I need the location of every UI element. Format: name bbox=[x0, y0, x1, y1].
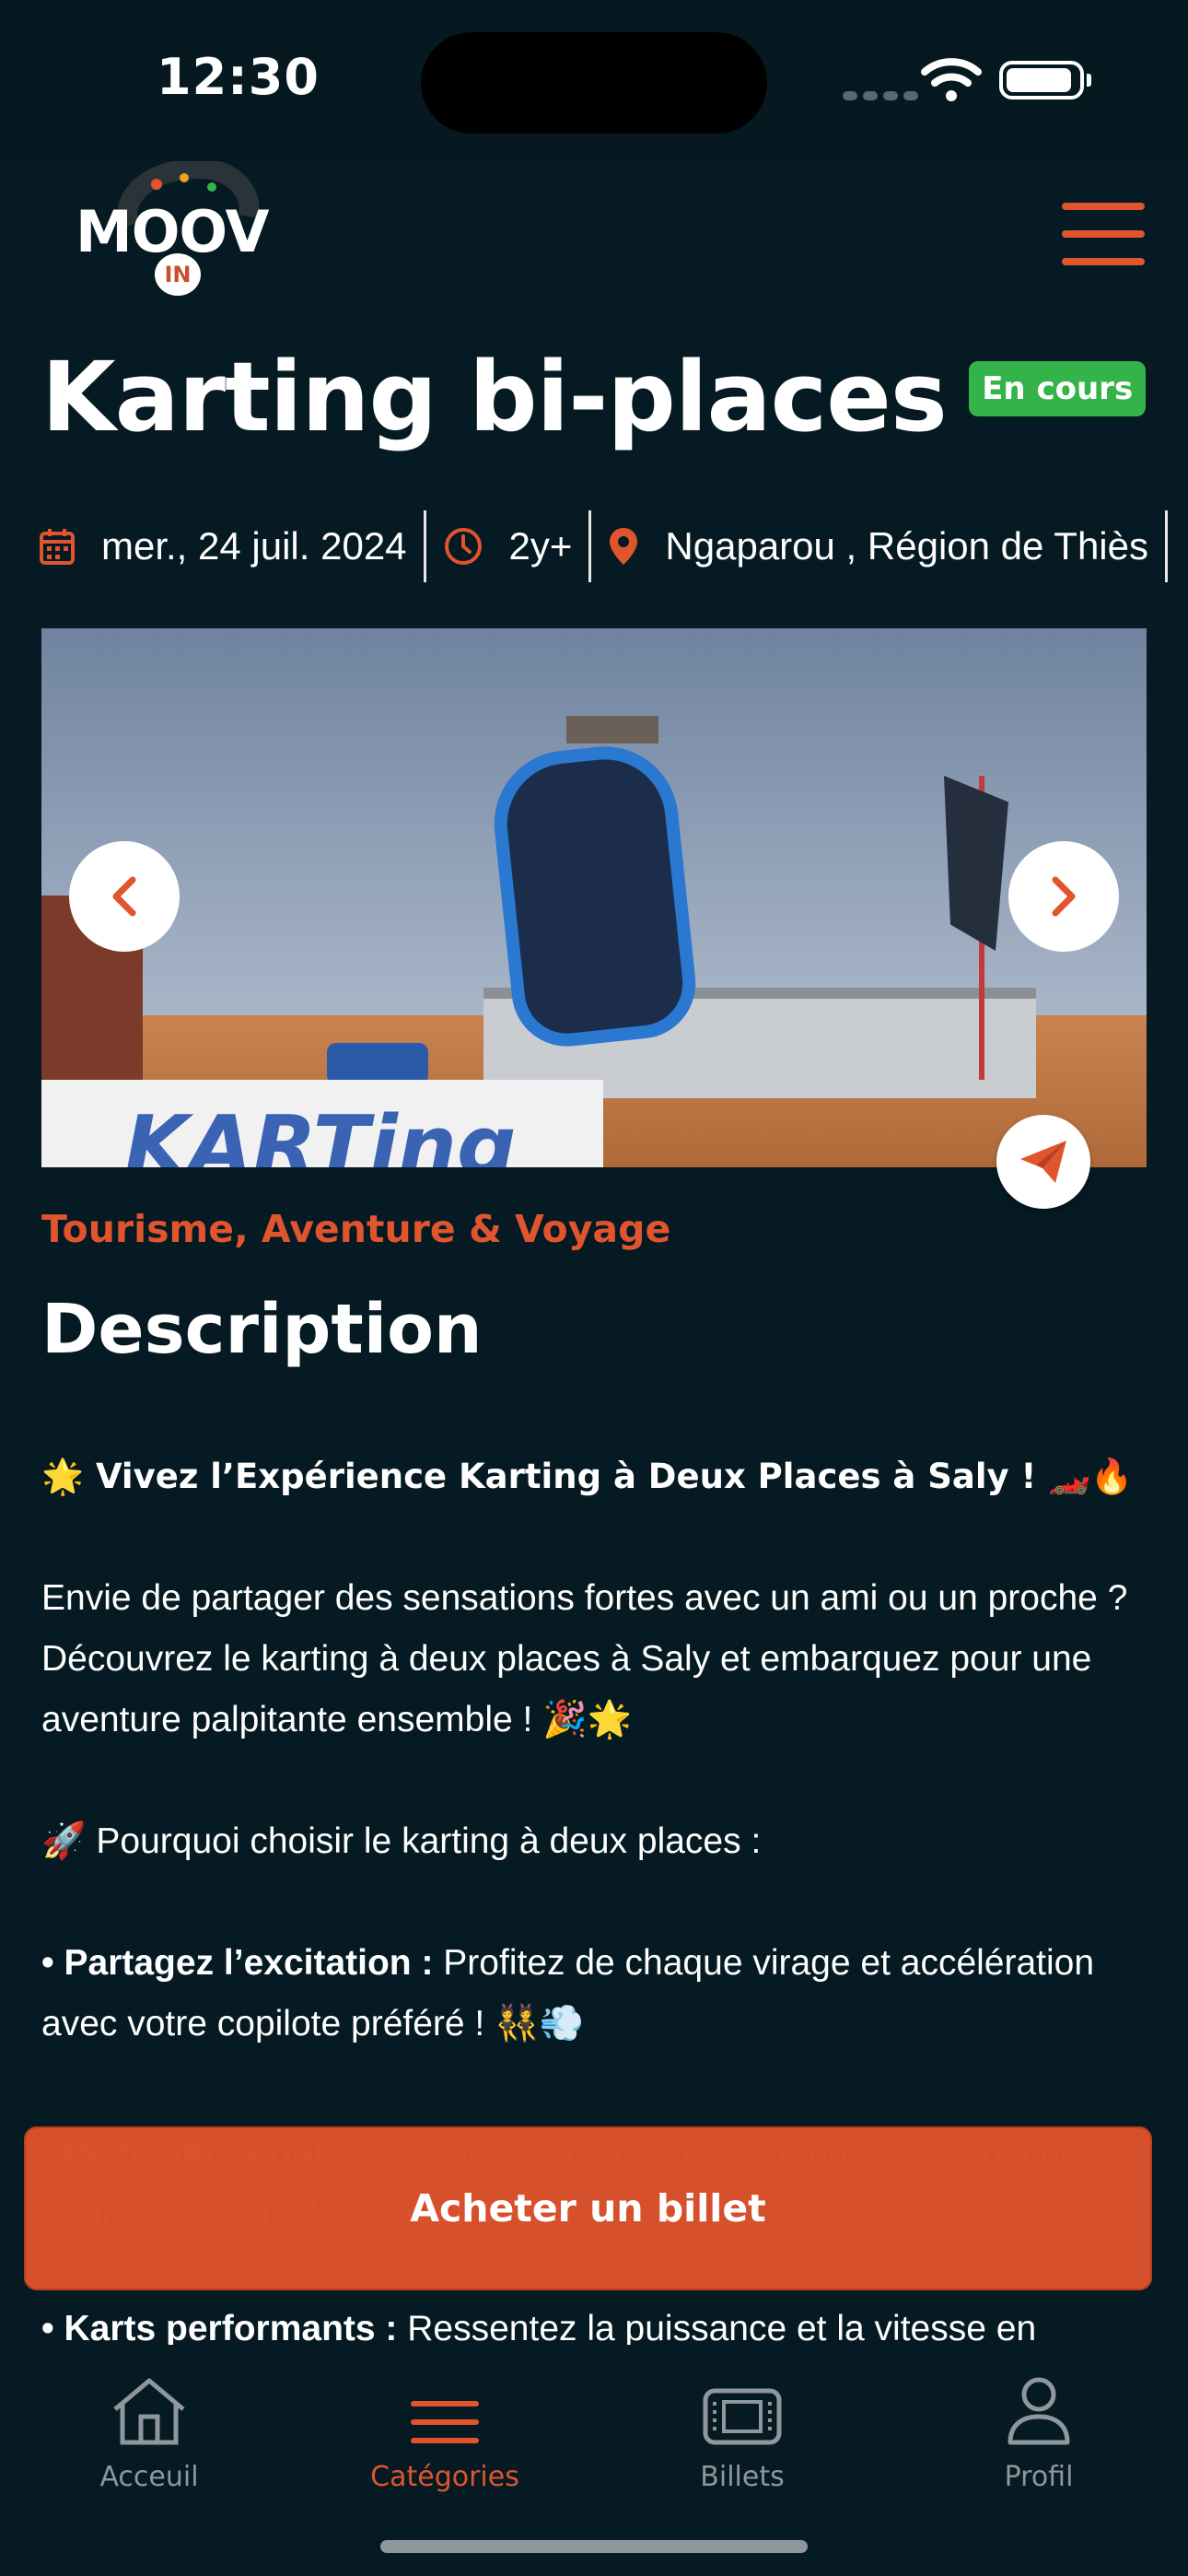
description-point: • Partagez l’excitation : Profitez de ch… bbox=[41, 1933, 1156, 2055]
event-date-text: mer., 24 juil. 2024 bbox=[101, 524, 407, 568]
tab-label: Profil bbox=[1004, 2461, 1074, 2493]
carousel-next-button[interactable] bbox=[1008, 841, 1119, 952]
event-age: 2y+ bbox=[443, 510, 592, 582]
ticket-icon bbox=[632, 2359, 853, 2446]
buy-ticket-label: Acheter un billet bbox=[410, 2186, 766, 2231]
signal-icon bbox=[843, 88, 924, 105]
tab-label: Billets bbox=[700, 2461, 785, 2493]
point-title: Partagez l’excitation : bbox=[64, 1943, 434, 1983]
event-location-text: Ngaparou , Région de Thiès bbox=[665, 524, 1148, 568]
hamburger-menu-button[interactable] bbox=[1062, 203, 1145, 265]
event-age-text: 2y+ bbox=[508, 524, 573, 568]
home-indicator[interactable] bbox=[380, 2540, 808, 2553]
description-heading: Description bbox=[41, 1290, 483, 1369]
menu-line bbox=[1062, 203, 1145, 210]
share-button[interactable] bbox=[996, 1115, 1090, 1209]
user-icon bbox=[928, 2359, 1149, 2446]
logo-badge: IN bbox=[155, 253, 201, 296]
tab-label: Acceuil bbox=[99, 2461, 199, 2493]
calendar-icon bbox=[40, 529, 75, 565]
battery-icon bbox=[999, 61, 1091, 100]
chevron-right-icon bbox=[1052, 876, 1076, 917]
app-header: MOOV IN bbox=[0, 161, 1188, 336]
location-pin-icon bbox=[610, 528, 638, 565]
page-title: Karting bi-places bbox=[41, 341, 948, 453]
point-title: Karts performants : bbox=[64, 2309, 398, 2345]
status-badge: En cours bbox=[969, 361, 1147, 416]
tab-categories[interactable]: Catégories bbox=[334, 2359, 555, 2493]
bullet-glyph: • bbox=[41, 1943, 54, 1983]
wifi-icon bbox=[921, 58, 982, 101]
buy-ticket-button[interactable]: Acheter un billet bbox=[24, 2126, 1152, 2290]
title-row: Karting bi-places En cours bbox=[41, 341, 1147, 453]
tab-home[interactable]: Acceuil bbox=[39, 2359, 260, 2493]
clock-icon bbox=[444, 528, 482, 565]
bullet-glyph: • bbox=[41, 2309, 54, 2345]
description-lead: 🌟 Vivez l’Expérience Karting à Deux Plac… bbox=[41, 1457, 1134, 1496]
description-body: 🌟 Vivez l’Expérience Karting à Deux Plac… bbox=[41, 1446, 1156, 2115]
paper-plane-icon bbox=[1020, 1141, 1066, 1183]
event-meta: mer., 24 juil. 2024 2y+ Ngaparou , Régio… bbox=[39, 509, 1184, 583]
menu-line bbox=[1062, 258, 1145, 265]
photo-kart-stand bbox=[566, 716, 658, 744]
menu-line bbox=[1062, 230, 1145, 238]
point-text: Ressentez la puissance et la vitesse en bbox=[397, 2309, 1037, 2345]
tab-profile[interactable]: Profil bbox=[928, 2359, 1149, 2493]
home-icon bbox=[39, 2359, 260, 2446]
description-point-partial: • Karts performants : Ressentez la puiss… bbox=[41, 2306, 1156, 2345]
photo-kart bbox=[486, 739, 702, 1052]
carousel-prev-button[interactable] bbox=[69, 841, 180, 952]
event-location: Ngaparou , Région de Thiès bbox=[608, 510, 1168, 582]
status-time: 12:30 bbox=[157, 48, 320, 106]
chevron-left-icon bbox=[112, 876, 136, 917]
tab-label: Catégories bbox=[370, 2461, 519, 2493]
app-logo[interactable]: MOOV IN bbox=[64, 161, 285, 309]
photo-wall-text: KARTing bbox=[124, 1098, 517, 1167]
description-why: 🚀 Pourquoi choisir le karting à deux pla… bbox=[41, 1821, 762, 1861]
tab-tickets[interactable]: Billets bbox=[632, 2359, 853, 2493]
description-intro: Envie de partager des sensations fortes … bbox=[41, 1578, 1128, 1739]
menu-icon bbox=[334, 2359, 555, 2446]
event-date: mer., 24 juil. 2024 bbox=[39, 510, 426, 582]
photo-car bbox=[327, 1043, 428, 1084]
status-bar: 12:30 bbox=[0, 0, 1188, 161]
dynamic-island bbox=[421, 32, 767, 134]
event-image-carousel[interactable]: KARTing bbox=[41, 628, 1147, 1167]
event-category[interactable]: Tourisme, Aventure & Voyage bbox=[41, 1207, 670, 1251]
